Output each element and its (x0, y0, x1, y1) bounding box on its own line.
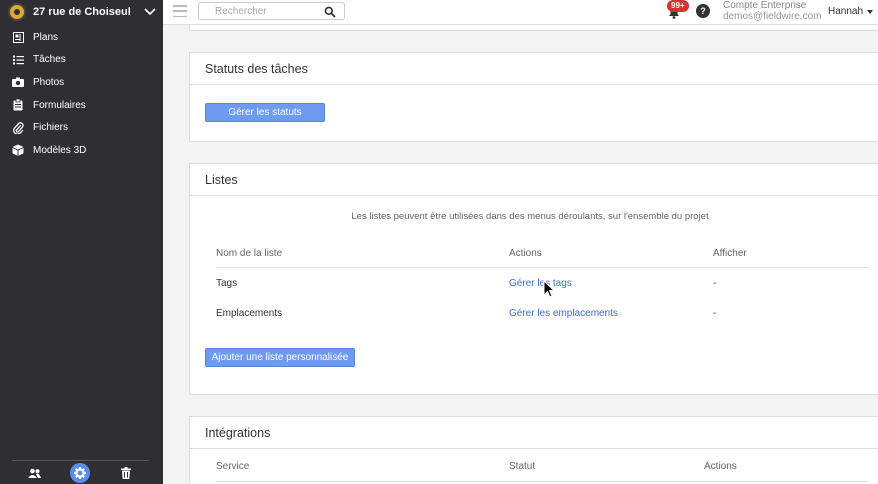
user-menu[interactable]: Hannah (828, 6, 874, 17)
lists-description: Les listes peuvent être utilisées dans d… (351, 211, 709, 222)
sidebar-item-label: Tâches (33, 54, 66, 66)
column-header-actions: Actions (704, 461, 737, 472)
column-header-service: Service (216, 461, 250, 472)
sidebar-item-label: Fichiers (33, 122, 69, 134)
project-selector[interactable]: 27 rue de Choiseul (0, 0, 163, 24)
clipboard-icon (12, 99, 24, 111)
table-divider (216, 267, 869, 268)
column-header-show: Afficher (713, 248, 747, 259)
list-show-value: - (713, 278, 717, 289)
column-header-name: Nom de la liste (216, 248, 283, 259)
sidebar-item-fichiers[interactable]: Fichiers (0, 116, 163, 139)
top-bar: 99+ ? Compte Enterprise demos@fieldwire.… (163, 0, 878, 25)
sidebar-item-taches[interactable]: Tâches (0, 49, 163, 72)
sidebar-item-modeles-3d[interactable]: Modèles 3D (0, 139, 163, 162)
section-title: Intégrations (190, 417, 878, 449)
sidebar-item-label: Formulaires (33, 99, 86, 111)
chevron-down-icon[interactable] (137, 1, 163, 23)
sidebar-item-plans[interactable]: Plans (0, 26, 163, 49)
integrations-card: Intégrations Service Statut Actions (189, 416, 878, 484)
sidebar: 27 rue de Choiseul Plans Tâches Photos F… (0, 0, 163, 484)
account-title: Compte Enterprise (723, 0, 807, 11)
search-input[interactable] (215, 5, 315, 18)
camera-icon (12, 76, 24, 88)
user-name: Hannah (828, 6, 864, 17)
column-header-status: Statut (509, 461, 536, 472)
plans-icon (12, 31, 24, 43)
help-icon[interactable]: ? (696, 4, 710, 18)
list-icon (12, 54, 24, 66)
sidebar-item-photos[interactable]: Photos (0, 71, 163, 94)
table-divider (216, 481, 869, 482)
sidebar-item-label: Plans (33, 31, 59, 43)
hamburger-menu-icon[interactable] (173, 5, 187, 17)
manage-locations-link[interactable]: Gérer les emplacements (509, 308, 618, 319)
notification-badge[interactable]: 99+ (667, 0, 689, 12)
sidebar-footer (12, 460, 149, 484)
project-logo-icon (8, 3, 26, 21)
mouse-cursor-icon (543, 280, 556, 298)
account-info: Compte Enterprise demos@fieldwire.com (723, 0, 822, 22)
main-content: Statuts des tâches Gérer les statuts Lis… (163, 25, 878, 484)
trash-icon[interactable] (116, 463, 136, 483)
manage-tags-link[interactable]: Gérer les tags (509, 278, 572, 289)
search-box[interactable] (198, 2, 345, 20)
task-statuses-card: Statuts des tâches Gérer les statuts (189, 52, 878, 142)
gear-icon[interactable] (70, 462, 91, 483)
account-email: demos@fieldwire.com (723, 11, 822, 22)
add-custom-list-button[interactable]: Ajouter une liste personnalisée (205, 348, 355, 367)
column-header-actions: Actions (509, 248, 542, 259)
people-icon[interactable] (25, 463, 45, 483)
list-name: Emplacements (216, 308, 283, 319)
project-name: 27 rue de Choiseul (33, 6, 131, 18)
sidebar-nav: Plans Tâches Photos Formulaires Fichiers (0, 26, 163, 162)
manage-statuses-button[interactable]: Gérer les statuts (205, 103, 325, 122)
sidebar-item-label: Modèles 3D (33, 144, 87, 156)
list-name: Tags (216, 278, 238, 289)
list-show-value: - (713, 308, 717, 319)
lists-card: Listes Les listes peuvent être utilisées… (189, 163, 878, 395)
section-title: Listes (190, 164, 878, 196)
sidebar-item-label: Photos (33, 76, 65, 88)
search-icon[interactable] (324, 5, 336, 18)
section-title: Statuts des tâches (190, 53, 878, 85)
paperclip-icon (12, 121, 24, 134)
sidebar-item-formulaires[interactable]: Formulaires (0, 94, 163, 117)
caret-down-icon (867, 9, 874, 14)
cube-icon (12, 144, 24, 157)
previous-section-card (189, 25, 878, 31)
